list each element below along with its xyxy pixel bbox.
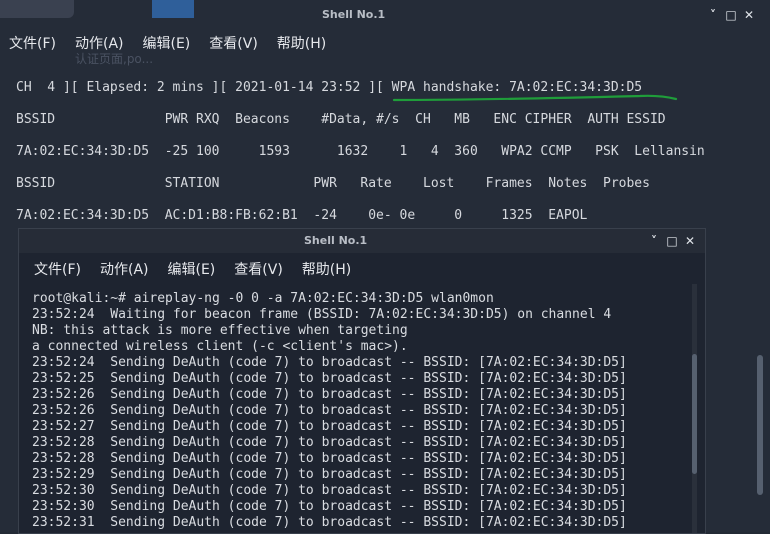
terminal-line: 23:52:26 Sending DeAuth (code 7) to broa…	[32, 403, 627, 418]
terminal-line: 23:52:24 Sending DeAuth (code 7) to broa…	[32, 355, 627, 370]
terminal-line: 23:52:27 Sending DeAuth (code 7) to broa…	[32, 419, 627, 434]
menu-edit[interactable]: 编辑(E)	[168, 259, 216, 279]
minimize-icon[interactable]: ˅	[645, 234, 663, 248]
back-window-scrollbar[interactable]	[757, 355, 763, 495]
terminal-line: 23:52:25 Sending DeAuth (code 7) to broa…	[32, 371, 627, 386]
front-window-controls: ˅ □ ✕	[645, 229, 699, 253]
prompt-command-line: root@kali:~# aireplay-ng -0 0 -a 7A:02:E…	[32, 291, 494, 306]
terminal-line: 23:52:26 Sending DeAuth (code 7) to broa…	[32, 387, 627, 402]
menu-view[interactable]: 查看(V)	[234, 259, 283, 279]
station-table-row: 7A:02:EC:34:3D:D5 AC:D1:B8:FB:62:B1 -24 …	[16, 208, 588, 223]
handshake-underline-annotation	[392, 94, 678, 102]
front-window-titlebar[interactable]: Shell No.1 ˅ □ ✕	[19, 229, 705, 253]
menu-help[interactable]: 帮助(H)	[302, 259, 351, 279]
terminal-line: 23:52:28 Sending DeAuth (code 7) to broa…	[32, 435, 627, 450]
terminal-line: 23:52:31 Sending DeAuth (code 7) to broa…	[32, 515, 627, 530]
front-window-scrollbar[interactable]	[692, 284, 697, 533]
menu-file[interactable]: 文件(F)	[34, 259, 81, 279]
terminal-line: 23:52:29 Sending DeAuth (code 7) to broa…	[32, 467, 627, 482]
ap-table-row: 7A:02:EC:34:3D:D5 -25 100 1593 1632 1 4 …	[16, 144, 705, 159]
close-icon[interactable]: ✕	[681, 234, 699, 248]
terminal-line: NB: this attack is more effective when t…	[32, 323, 408, 338]
terminal-line: 23:52:30 Sending DeAuth (code 7) to broa…	[32, 499, 627, 514]
front-window-title: Shell No.1	[304, 234, 368, 247]
front-terminal-window[interactable]: Shell No.1 ˅ □ ✕ 文件(F) 动作(A) 编辑(E) 查看(V)…	[18, 228, 706, 534]
terminal-line: a connected wireless client (-c <client'…	[32, 339, 408, 354]
menu-action[interactable]: 动作(A)	[100, 259, 149, 279]
front-terminal-output[interactable]: root@kali:~# aireplay-ng -0 0 -a 7A:02:E…	[32, 291, 627, 531]
maximize-icon[interactable]: □	[663, 234, 681, 248]
terminal-line: 23:52:30 Sending DeAuth (code 7) to broa…	[32, 483, 627, 498]
station-table-header: BSSID STATION PWR Rate Lost Frames Notes…	[16, 176, 650, 191]
scrollbar-thumb[interactable]	[692, 354, 697, 474]
terminal-line: 23:52:28 Sending DeAuth (code 7) to broa…	[32, 451, 627, 466]
terminal-line: 23:52:24 Waiting for beacon frame (BSSID…	[32, 307, 612, 322]
front-window-menubar: 文件(F) 动作(A) 编辑(E) 查看(V) 帮助(H)	[34, 259, 370, 279]
